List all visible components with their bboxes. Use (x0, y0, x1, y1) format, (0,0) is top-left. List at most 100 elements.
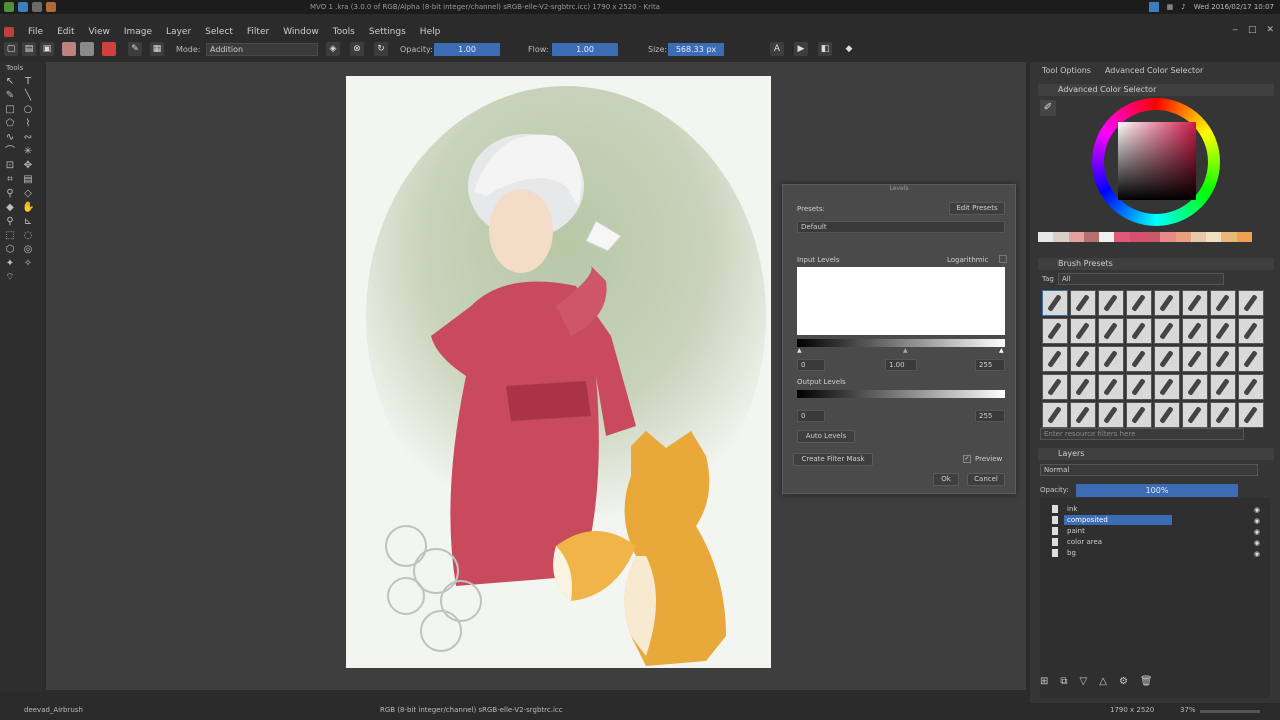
layer-visibility-icon[interactable]: ◉ (1254, 505, 1260, 515)
brush-preset-item[interactable] (1238, 318, 1264, 344)
size-slider[interactable]: 568.33 px (668, 43, 724, 56)
brush-preset-item[interactable] (1210, 402, 1236, 428)
blend-mode-select[interactable]: Addition (206, 43, 318, 56)
output-black-field[interactable]: 0 (797, 410, 825, 422)
auto-levels-button[interactable]: Auto Levels (797, 430, 855, 443)
brush-tag-select[interactable]: All (1058, 273, 1224, 285)
menu-filter[interactable]: Filter (247, 27, 269, 37)
brush-preset-item[interactable] (1042, 374, 1068, 400)
color-history-swatch[interactable] (1114, 232, 1130, 242)
brush-preset-item[interactable] (1182, 318, 1208, 344)
edit-presets-button[interactable]: Edit Presets (949, 202, 1005, 215)
maximize-icon[interactable]: □ (1248, 25, 1257, 35)
fill-tool-icon[interactable]: ◆ (4, 202, 16, 214)
gradient-tool-icon[interactable]: ▤ (22, 174, 34, 186)
mirror-vertical-icon[interactable]: ◧ (818, 42, 832, 56)
artwork-canvas[interactable] (346, 76, 771, 668)
add-layer-icon[interactable]: ⊞ (1040, 676, 1048, 687)
input-gamma-field[interactable]: 1.00 (885, 359, 917, 371)
brush-preset-item[interactable] (1126, 346, 1152, 372)
color-history-swatch[interactable] (1144, 232, 1161, 242)
crop-tool-icon[interactable]: ⌗ (4, 174, 16, 186)
brush-preset-item[interactable] (1154, 374, 1180, 400)
line-tool-icon[interactable]: ╲ (22, 90, 34, 102)
ellipse-tool-icon[interactable]: ○ (22, 104, 34, 116)
brush-preset-item[interactable] (1210, 346, 1236, 372)
pan-tool-icon[interactable]: ✋ (22, 202, 34, 214)
brush-preset-item[interactable] (1154, 402, 1180, 428)
menu-view[interactable]: View (89, 27, 110, 37)
open-document-icon[interactable]: ▤ (22, 42, 36, 56)
multibrush-icon[interactable]: ✳ (22, 146, 34, 158)
preset-select[interactable]: Default (797, 221, 1005, 233)
network-icon[interactable]: ▦ (1167, 3, 1174, 11)
similar-select-icon[interactable]: ✧ (22, 258, 34, 270)
layer-down-icon[interactable]: ▽ (1080, 676, 1088, 687)
flow-slider[interactable]: 1.00 (552, 43, 618, 56)
layer-properties-icon[interactable]: ⚙ (1119, 676, 1128, 687)
brush-preset-item[interactable] (1098, 318, 1124, 344)
fill-icon[interactable]: ◆ (842, 42, 856, 56)
output-white-field[interactable]: 255 (975, 410, 1005, 422)
alpha-lock-icon[interactable]: A (770, 42, 784, 56)
brush-preset-item[interactable] (1098, 290, 1124, 316)
saturation-value-square[interactable] (1118, 122, 1196, 200)
color-history-swatch[interactable] (1236, 232, 1252, 242)
brush-preset-item[interactable] (1098, 374, 1124, 400)
color-history-swatch[interactable] (1175, 232, 1191, 242)
app-launcher-icon[interactable] (4, 2, 14, 12)
brush-preset-item[interactable] (1070, 374, 1096, 400)
brush-preset-item[interactable] (1238, 402, 1264, 428)
move-tool-icon[interactable]: ✥ (22, 160, 34, 172)
input-black-handle[interactable]: ▲ (797, 347, 802, 354)
brush-preset-item[interactable] (1210, 290, 1236, 316)
ok-button[interactable]: Ok (933, 473, 959, 486)
color-history-swatch[interactable] (1221, 232, 1237, 242)
brush-preset-item[interactable] (1070, 290, 1096, 316)
outline-select-icon[interactable]: ◎ (22, 244, 34, 256)
brush-settings-icon[interactable]: ▦ (150, 42, 164, 56)
duplicate-layer-icon[interactable]: ⧉ (1060, 676, 1067, 687)
dynamic-brush-icon[interactable]: ⌒ (4, 146, 16, 158)
brush-preset-item[interactable] (1154, 290, 1180, 316)
brush-preset-item[interactable] (1098, 346, 1124, 372)
layer-name[interactable]: composited (1064, 515, 1172, 525)
brush-preset-item[interactable] (1042, 318, 1068, 344)
input-gamma-handle[interactable]: ▲ (903, 347, 908, 354)
transform-tool-icon[interactable]: ⊡ (4, 160, 16, 172)
menu-edit[interactable]: Edit (57, 27, 74, 37)
new-document-icon[interactable]: ▢ (4, 42, 18, 56)
zoom-tool-icon[interactable]: ⚲ (4, 216, 16, 228)
pattern-selector-icon[interactable] (80, 42, 94, 56)
menu-help[interactable]: Help (420, 27, 441, 37)
status-zoom[interactable]: 37% (1180, 706, 1196, 714)
brush-preset-item[interactable] (1238, 374, 1264, 400)
rectangle-tool-icon[interactable]: □ (4, 104, 16, 116)
brush-preset-item[interactable] (1042, 290, 1068, 316)
menu-layer[interactable]: Layer (166, 27, 191, 37)
brush-filter-input[interactable]: Enter resource filters here (1040, 428, 1244, 440)
create-filter-mask-button[interactable]: Create Filter Mask (793, 453, 873, 466)
freehand-brush-icon[interactable]: ✎ (4, 90, 16, 102)
brush-preset-item[interactable] (1126, 402, 1152, 428)
layer-name[interactable]: ink (1064, 504, 1080, 514)
files-icon[interactable] (18, 2, 28, 12)
text-tool-icon[interactable]: T (22, 76, 34, 88)
color-history-swatch[interactable] (1129, 232, 1145, 242)
brush-preset-item[interactable] (1126, 318, 1152, 344)
layer-visibility-icon[interactable]: ◉ (1254, 549, 1260, 559)
rect-select-icon[interactable]: ⬚ (4, 230, 16, 242)
brush-preset-item[interactable] (1070, 318, 1096, 344)
krita-task-icon[interactable] (46, 2, 56, 12)
layer-name[interactable]: color area (1064, 537, 1105, 547)
color-history-swatch[interactable] (1160, 232, 1176, 242)
color-history-swatch[interactable] (1038, 232, 1054, 242)
brush-preset-item[interactable] (1126, 290, 1152, 316)
brush-preset-item[interactable] (1182, 346, 1208, 372)
menu-settings[interactable]: Settings (369, 27, 406, 37)
brush-preset-item[interactable] (1154, 346, 1180, 372)
brush-preset-item[interactable] (1126, 374, 1152, 400)
polygon-tool-icon[interactable]: ⬠ (4, 118, 16, 130)
reset-icon[interactable]: ⊗ (350, 42, 364, 56)
layer-row[interactable]: composited ◉ (1052, 515, 1262, 525)
